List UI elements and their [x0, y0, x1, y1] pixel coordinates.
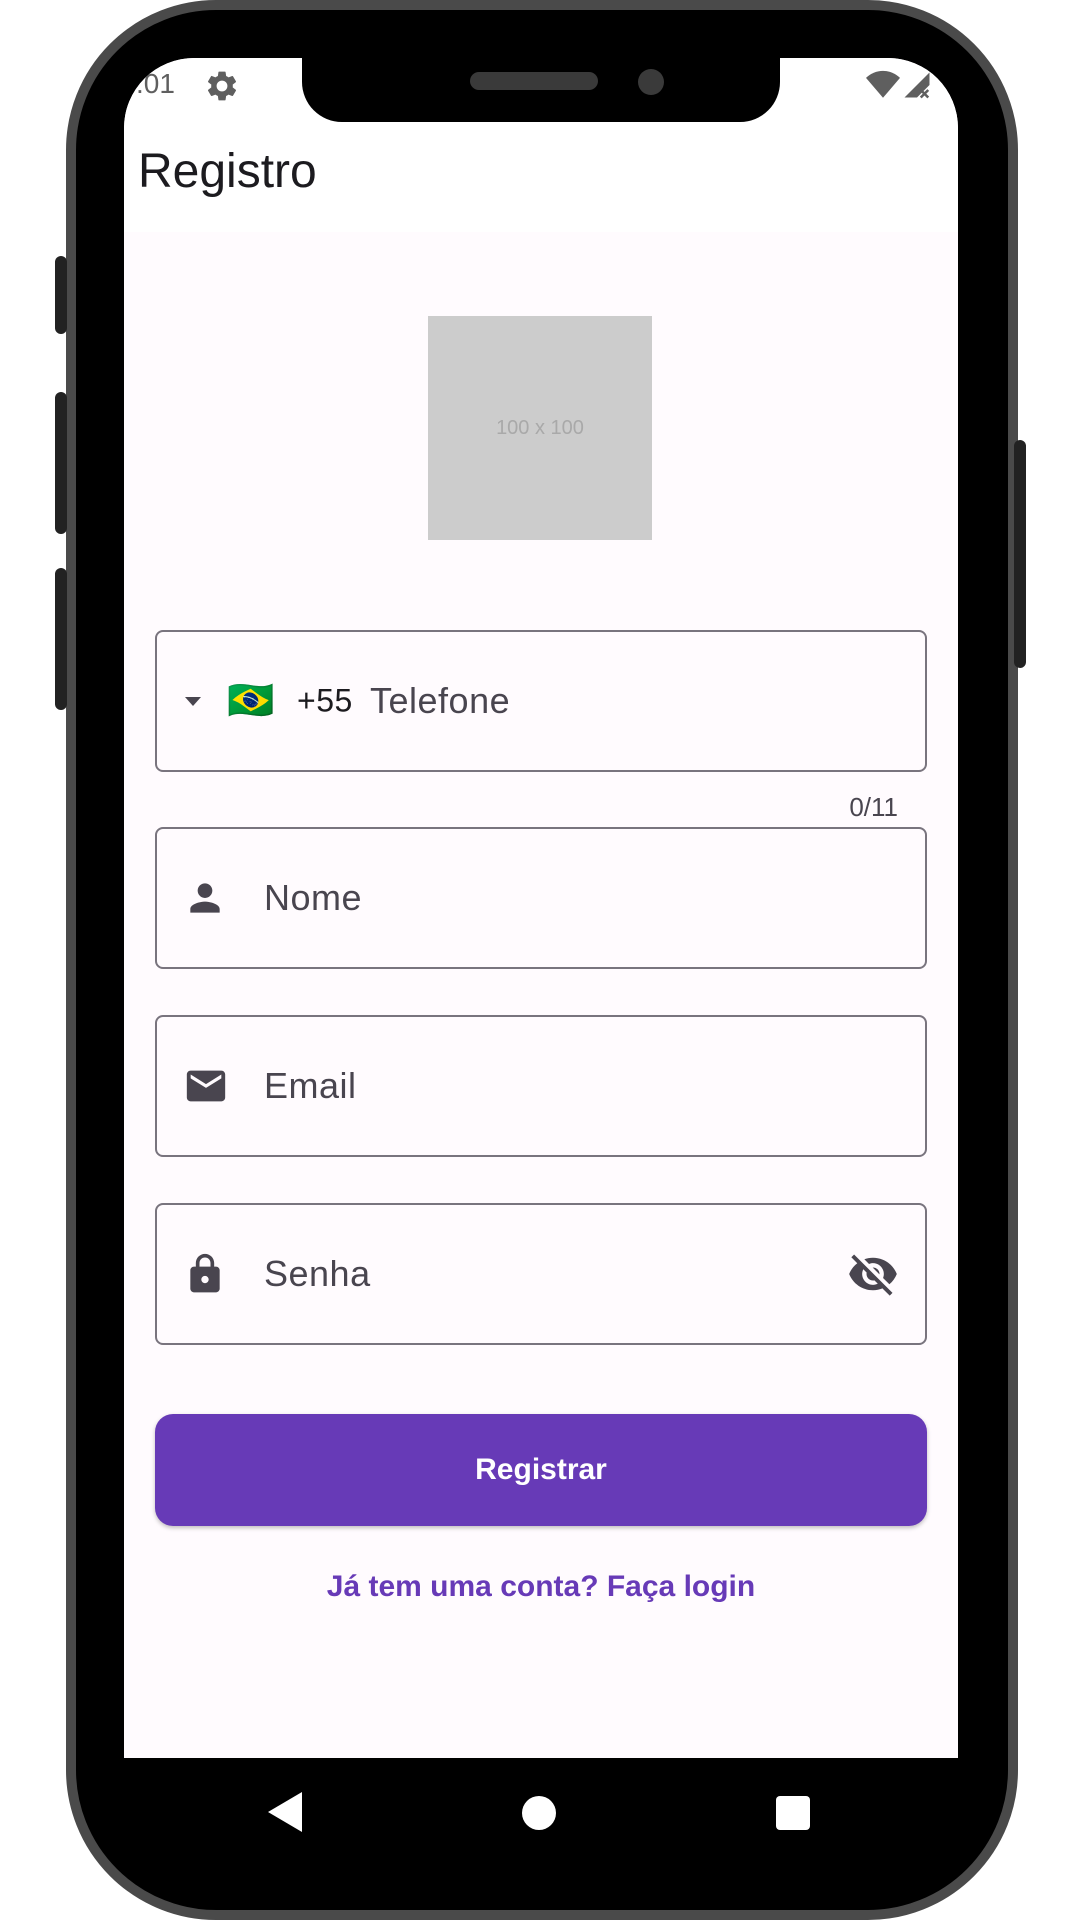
country-flag[interactable]: 🇧🇷 [227, 679, 275, 723]
signal-icon [904, 72, 930, 99]
power-button [1014, 440, 1026, 668]
chevron-down-icon[interactable] [181, 689, 205, 713]
password-field[interactable]: Senha [155, 1203, 927, 1345]
side-button [55, 568, 67, 710]
app-screen: :01 Registro 100 x 100 🇧🇷 +55 Telefone 0… [124, 58, 958, 1758]
back-icon[interactable] [268, 1792, 304, 1832]
name-field-label: Nome [264, 877, 363, 918]
page-title: Registro [138, 145, 317, 198]
visibility-off-icon[interactable] [847, 1248, 899, 1300]
country-code[interactable]: +55 [297, 683, 353, 720]
mail-icon [186, 1070, 226, 1102]
email-field-label: Email [264, 1065, 357, 1106]
phone-field[interactable]: 🇧🇷 +55 Telefone [155, 630, 927, 772]
register-button[interactable]: Registrar [155, 1414, 927, 1526]
notch [302, 58, 780, 122]
phone-character-counter: 0/11 [849, 792, 898, 822]
logo-image: 100 x 100 [428, 316, 652, 540]
home-icon[interactable] [522, 1796, 556, 1830]
speaker [470, 72, 598, 90]
register-button-label: Registrar [475, 1453, 607, 1486]
gear-icon [207, 71, 237, 101]
email-field[interactable]: Email [155, 1015, 927, 1157]
side-button [55, 392, 67, 534]
side-button [55, 256, 67, 334]
recents-icon[interactable] [776, 1796, 810, 1830]
status-time: :01 [136, 68, 175, 99]
password-field-label: Senha [264, 1253, 371, 1294]
lock-icon [190, 1253, 220, 1293]
app-bar: Registro [124, 114, 958, 232]
phone-field-label: Telefone [370, 680, 511, 721]
wifi-icon [866, 70, 900, 98]
person-icon [190, 883, 220, 913]
logo-placeholder-text: 100 x 100 [496, 416, 584, 439]
login-link[interactable]: Já tem uma conta? Faça login [124, 1570, 958, 1604]
system-nav-bar [124, 1758, 958, 1870]
name-field[interactable]: Nome [155, 827, 927, 969]
front-camera [638, 69, 664, 95]
